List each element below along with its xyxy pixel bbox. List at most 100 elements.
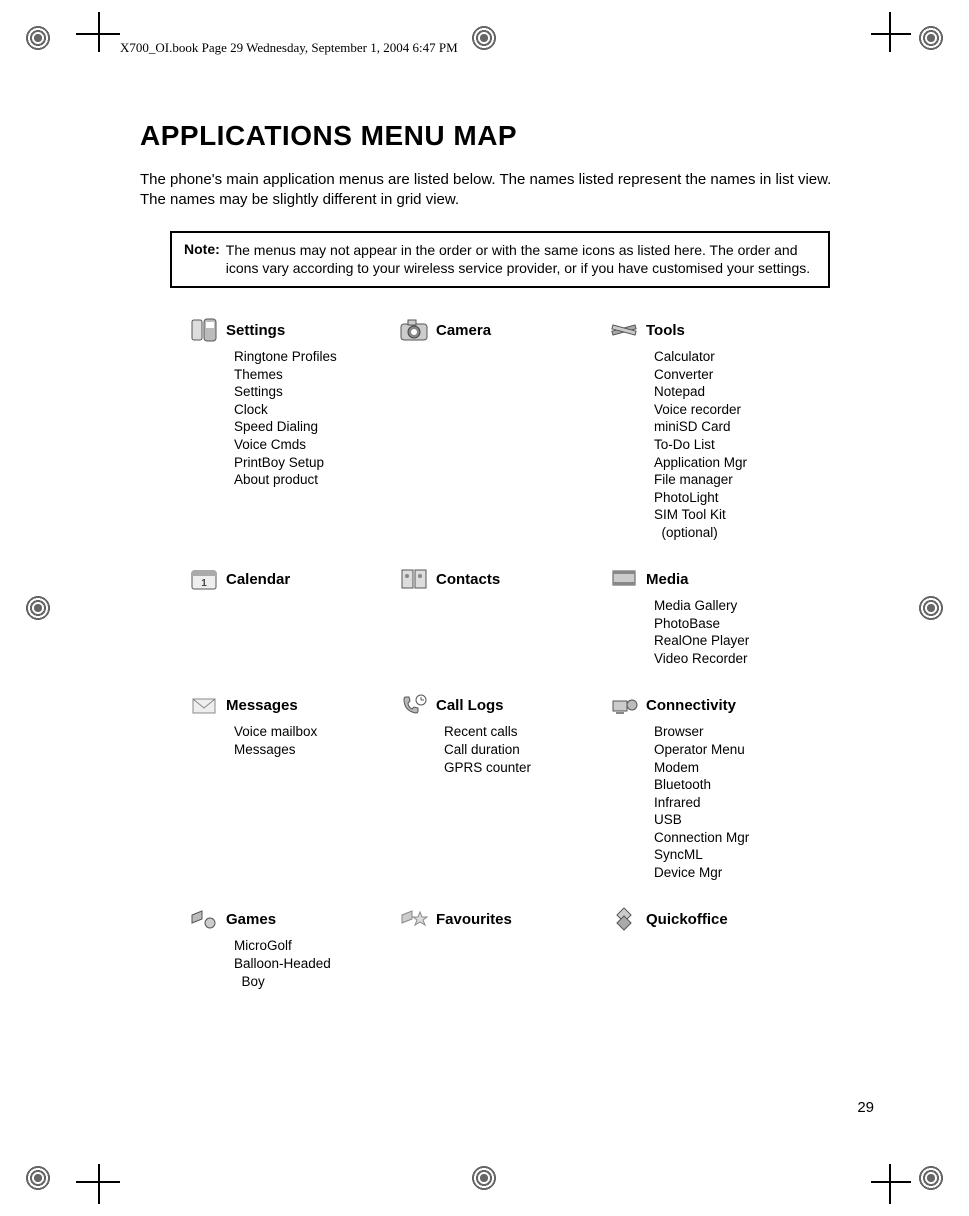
note-label: Note: xyxy=(184,241,226,279)
menu-item: Video Recorder xyxy=(654,650,830,668)
menu-item: Voice Cmds xyxy=(234,436,390,454)
crop-line xyxy=(871,33,911,35)
crop-mark-icon xyxy=(24,1164,52,1192)
menu-items: Browser Operator Menu Modem Bluetooth In… xyxy=(654,723,830,881)
games-icon xyxy=(190,907,218,931)
menu-title: Connectivity xyxy=(646,697,736,714)
menu-item: Device Mgr xyxy=(654,864,830,882)
menu-item: Calculator xyxy=(654,348,830,366)
page-number: 29 xyxy=(857,1099,874,1116)
menu-item: RealOne Player xyxy=(654,632,830,650)
menu-item: Messages xyxy=(234,741,390,759)
menu-item: Themes xyxy=(234,366,390,384)
document-header: X700_OI.book Page 29 Wednesday, Septembe… xyxy=(120,40,458,56)
menu-item: Voice mailbox xyxy=(234,723,390,741)
menu-media: Media Media Gallery PhotoBase RealOne Pl… xyxy=(610,567,830,667)
menu-items: MicroGolf Balloon-Headed Boy xyxy=(234,937,390,990)
crop-line xyxy=(889,12,891,52)
menu-title: Media xyxy=(646,571,689,588)
messages-icon xyxy=(190,693,218,717)
crop-mark-icon xyxy=(24,24,52,52)
menu-calendar: 1 Calendar xyxy=(190,567,390,667)
media-icon xyxy=(610,567,638,591)
menu-title: Games xyxy=(226,911,276,928)
menu-item: Modem xyxy=(654,759,830,777)
menu-title: Contacts xyxy=(436,571,500,588)
menu-items: Recent calls Call duration GPRS counter xyxy=(444,723,600,776)
call-logs-icon xyxy=(400,693,428,717)
menu-item: GPRS counter xyxy=(444,759,600,777)
menu-item: About product xyxy=(234,471,390,489)
crop-line xyxy=(98,1164,100,1204)
menu-items: Media Gallery PhotoBase RealOne Player V… xyxy=(654,597,830,667)
menu-tools: Tools Calculator Converter Notepad Voice… xyxy=(610,318,830,541)
menu-item: Connection Mgr xyxy=(654,829,830,847)
menu-games: Games MicroGolf Balloon-Headed Boy xyxy=(190,907,390,990)
menu-call-logs: Call Logs Recent calls Call duration GPR… xyxy=(400,693,600,881)
menu-connectivity: Connectivity Browser Operator Menu Modem… xyxy=(610,693,830,881)
crop-line xyxy=(76,1181,120,1183)
svg-text:1: 1 xyxy=(201,578,207,589)
note-body: The menus may not appear in the order or… xyxy=(226,241,816,279)
menu-item: PrintBoy Setup xyxy=(234,454,390,472)
contacts-icon xyxy=(400,567,428,591)
menu-item: Voice recorder xyxy=(654,401,830,419)
crop-mark-icon xyxy=(917,24,945,52)
menu-settings: Settings Ringtone Profiles Themes Settin… xyxy=(190,318,390,541)
menu-item: Application Mgr xyxy=(654,454,830,472)
menu-title: Quickoffice xyxy=(646,911,728,928)
favourites-icon xyxy=(400,907,428,931)
menu-contacts: Contacts xyxy=(400,567,600,667)
menu-item: PhotoBase xyxy=(654,615,830,633)
crop-mark-icon xyxy=(917,594,945,622)
crop-mark-icon xyxy=(917,1164,945,1192)
menu-item: Operator Menu xyxy=(654,741,830,759)
menu-item: USB xyxy=(654,811,830,829)
menu-item: SIM Tool Kit (optional) xyxy=(654,506,830,541)
menu-title: Tools xyxy=(646,322,685,339)
menu-title: Settings xyxy=(226,322,285,339)
quickoffice-icon xyxy=(610,907,638,931)
menu-item: Media Gallery xyxy=(654,597,830,615)
crop-line xyxy=(98,12,100,52)
menu-item: PhotoLight xyxy=(654,489,830,507)
menu-item: Speed Dialing xyxy=(234,418,390,436)
menu-item: Notepad xyxy=(654,383,830,401)
menu-title: Call Logs xyxy=(436,697,504,714)
menu-item: Settings xyxy=(234,383,390,401)
menu-item: Ringtone Profiles xyxy=(234,348,390,366)
menu-item: Converter xyxy=(654,366,830,384)
menu-camera: Camera xyxy=(400,318,600,541)
menu-item: MicroGolf xyxy=(234,937,390,955)
note-box: Note: The menus may not appear in the or… xyxy=(170,231,830,289)
crop-line xyxy=(76,33,120,35)
menu-title: Camera xyxy=(436,322,491,339)
menu-items: Voice mailbox Messages xyxy=(234,723,390,758)
menu-favourites: Favourites xyxy=(400,907,600,990)
menu-item: Bluetooth xyxy=(654,776,830,794)
calendar-icon: 1 xyxy=(190,567,218,591)
menu-item: Clock xyxy=(234,401,390,419)
menu-messages: Messages Voice mailbox Messages xyxy=(190,693,390,881)
menu-items: Calculator Converter Notepad Voice recor… xyxy=(654,348,830,541)
tools-icon xyxy=(610,318,638,342)
menu-quickoffice: Quickoffice xyxy=(610,907,830,990)
menu-item: File manager xyxy=(654,471,830,489)
camera-icon xyxy=(400,318,428,342)
crop-mark-icon xyxy=(470,24,498,52)
crop-mark-icon xyxy=(470,1164,498,1192)
menu-item: Call duration xyxy=(444,741,600,759)
settings-icon xyxy=(190,318,218,342)
menu-item: To-Do List xyxy=(654,436,830,454)
menu-item: Infrared xyxy=(654,794,830,812)
menu-items: Ringtone Profiles Themes Settings Clock … xyxy=(234,348,390,488)
intro-paragraph: The phone's main application menus are l… xyxy=(140,170,860,211)
crop-line xyxy=(871,1181,911,1183)
menu-item: miniSD Card xyxy=(654,418,830,436)
menu-item: Browser xyxy=(654,723,830,741)
menu-title: Calendar xyxy=(226,571,290,588)
page-content: APPLICATIONS MENU MAP The phone's main a… xyxy=(140,120,860,990)
crop-line xyxy=(889,1164,891,1204)
menu-item: Recent calls xyxy=(444,723,600,741)
menu-item: SyncML xyxy=(654,846,830,864)
